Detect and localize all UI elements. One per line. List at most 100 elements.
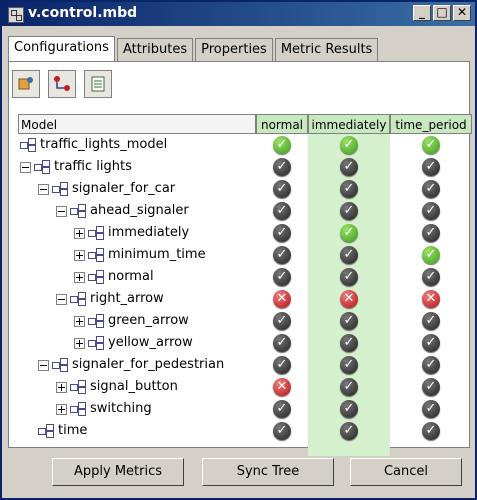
model-node-icon (88, 336, 104, 350)
table-row[interactable]: signal_button ✕ ✓ ✓ (18, 376, 472, 398)
table-row[interactable]: signaler_for_car ✓ ✓ ✓ (18, 178, 472, 200)
tree-node: switching (56, 398, 152, 420)
table-row[interactable]: switching ✓ ✓ ✓ (18, 398, 472, 420)
tree-node: right_arrow (56, 288, 164, 310)
header-normal[interactable]: normal (256, 114, 308, 134)
neutral-status-icon: ✓ (422, 224, 440, 242)
tree-node: immediately (74, 222, 189, 244)
neutral-status-icon: ✓ (340, 356, 358, 374)
tree-node-label: yellow_arrow (108, 335, 193, 350)
neutral-status-icon: ✓ (422, 180, 440, 198)
neutral-status-icon: ✓ (273, 246, 291, 264)
maximize-button[interactable]: □ (433, 5, 451, 21)
header-time-period[interactable]: time_period (390, 114, 472, 134)
neutral-status-icon: ✓ (422, 378, 440, 396)
title-bar[interactable]: v.control.mbd _ □ ✕ (2, 2, 475, 26)
list-icon-glyph (91, 76, 105, 92)
model-node-icon (52, 358, 68, 372)
model-node-icon (88, 270, 104, 284)
neutral-status-icon: ✓ (340, 400, 358, 418)
tree-node: time (38, 420, 87, 442)
model-node-icon (38, 424, 54, 438)
model-node-icon (70, 292, 86, 306)
sync-tree-button[interactable]: Sync Tree (202, 458, 334, 486)
tab-properties[interactable]: Properties (195, 38, 273, 61)
pass-icon: ✓ (422, 246, 440, 264)
collapse-icon[interactable] (56, 205, 67, 217)
table-row[interactable]: minimum_time ✓ ✓ ✓ (18, 244, 472, 266)
expand-icon[interactable] (74, 315, 85, 327)
expand-icon[interactable] (74, 271, 85, 283)
collapse-icon[interactable] (38, 359, 49, 371)
neutral-status-icon: ✓ (422, 312, 440, 330)
tree-node: signal_button (56, 376, 178, 398)
neutral-status-icon: ✓ (422, 334, 440, 352)
neutral-status-icon: ✓ (340, 422, 358, 440)
tree-node: minimum_time (74, 244, 206, 266)
neutral-status-icon: ✓ (273, 202, 291, 220)
model-node-icon (88, 248, 104, 262)
header-model[interactable]: Model (18, 114, 256, 134)
tree-node: signaler_for_car (38, 178, 175, 200)
neutral-status-icon: ✓ (422, 268, 440, 286)
tree-icon[interactable] (48, 70, 76, 98)
tree-node-label: right_arrow (90, 291, 164, 306)
neutral-status-icon: ✓ (422, 356, 440, 374)
tree-node: traffic lights (20, 156, 132, 178)
tab-attributes[interactable]: Attributes (116, 38, 194, 61)
collapse-icon[interactable] (38, 183, 49, 195)
close-button[interactable]: ✕ (453, 5, 471, 21)
expand-icon[interactable] (74, 227, 85, 239)
table-row[interactable]: traffic lights ✓ ✓ ✓ (18, 156, 472, 178)
table-row[interactable]: right_arrow ✕ ✕ ✕ (18, 288, 472, 310)
table-row[interactable]: yellow_arrow ✓ ✓ ✓ (18, 332, 472, 354)
tree-node-label: signaler_for_car (72, 181, 176, 196)
tree-node-label: minimum_time (108, 247, 206, 262)
neutral-status-icon: ✓ (273, 180, 291, 198)
neutral-status-icon: ✓ (273, 224, 291, 242)
tree-node: signaler_for_pedestrian (38, 354, 224, 376)
expand-icon[interactable] (56, 381, 67, 393)
table-row[interactable]: immediately ✓ ✓ ✓ (18, 222, 472, 244)
window-title: v.control.mbd (28, 5, 138, 21)
pass-icon: ✓ (340, 136, 358, 154)
list-icon[interactable] (84, 70, 112, 98)
tree-node-label: immediately (108, 225, 190, 240)
neutral-status-icon: ✓ (340, 312, 358, 330)
neutral-status-icon: ✓ (340, 378, 358, 396)
table-row[interactable]: normal ✓ ✓ ✓ (18, 266, 472, 288)
tab-configurations[interactable]: Configurations (8, 36, 115, 61)
pass-icon: ✓ (273, 136, 291, 154)
tab-metric-results[interactable]: Metric Results (274, 38, 379, 61)
config-icon[interactable] (12, 70, 40, 98)
tree-node-label: signaler_for_pedestrian (72, 357, 225, 372)
table-row[interactable]: green_arrow ✓ ✓ ✓ (18, 310, 472, 332)
model-node-icon (34, 160, 50, 174)
table-row[interactable]: signaler_for_pedestrian ✓ ✓ ✓ (18, 354, 472, 376)
model-tree: traffic_lights_model ✓ ✓ ✓ traffic lights ✓ ✓ ✓… (18, 134, 440, 456)
cancel-button[interactable]: Cancel (350, 458, 462, 486)
tree-node-label: signal_button (90, 379, 178, 394)
neutral-status-icon: ✓ (340, 246, 358, 264)
neutral-status-icon: ✓ (422, 158, 440, 176)
collapse-icon[interactable] (56, 293, 67, 305)
tree-node-label: traffic lights (54, 159, 132, 174)
neutral-status-icon: ✓ (340, 334, 358, 352)
table-row[interactable]: traffic_lights_model ✓ ✓ ✓ (18, 134, 472, 156)
minimize-button[interactable]: _ (413, 5, 431, 21)
apply-metrics-button[interactable]: Apply Metrics (52, 458, 184, 486)
table-row[interactable]: time ✓ ✓ ✓ (18, 420, 472, 442)
table-row[interactable]: ahead_signaler ✓ ✓ ✓ (18, 200, 472, 222)
expand-icon[interactable] (74, 337, 85, 349)
tree-node: ahead_signaler (56, 200, 189, 222)
header-immediately[interactable]: immediately (308, 114, 390, 134)
collapse-icon[interactable] (20, 161, 31, 173)
window: v.control.mbd _ □ ✕ Configurations Attri… (0, 0, 477, 500)
neutral-status-icon: ✓ (340, 158, 358, 176)
neutral-status-icon: ✓ (273, 334, 291, 352)
neutral-status-icon: ✓ (340, 180, 358, 198)
expand-icon[interactable] (56, 403, 67, 415)
model-node-icon (88, 226, 104, 240)
neutral-status-icon: ✓ (273, 422, 291, 440)
expand-icon[interactable] (74, 249, 85, 261)
